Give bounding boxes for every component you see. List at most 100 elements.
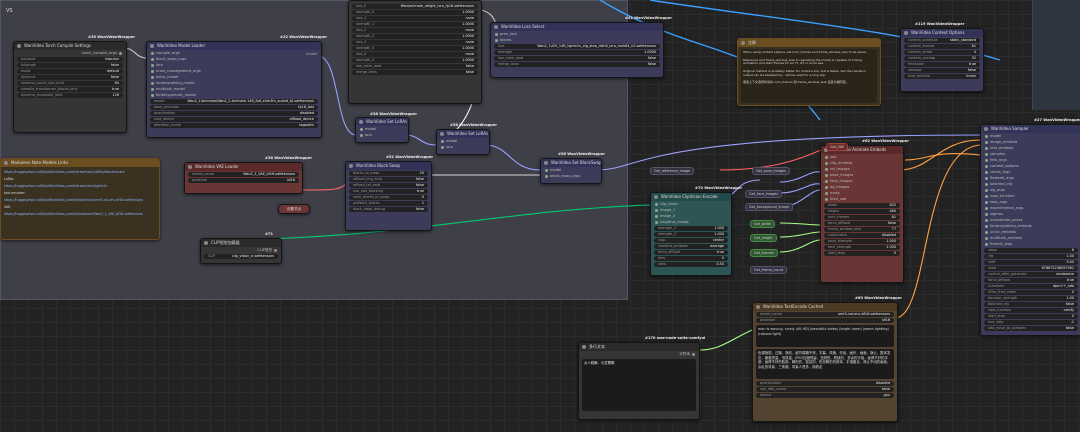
- widget-clip[interactable]: CLIP clip_vision_h.safetensors: [204, 254, 278, 259]
- widget-control-after-generate[interactable]: control_after_generate randomize: [984, 272, 1078, 277]
- widget-combine-embeds[interactable]: combine_embeds average: [654, 244, 728, 249]
- widget-dynamo-recompile-limit[interactable]: dynamo_recompile_limit 128: [17, 93, 123, 98]
- get-height-pill[interactable]: Get_height: [750, 234, 777, 242]
- input-slot[interactable]: lora: [356, 132, 408, 138]
- widget-lora-0[interactable]: lora_0 Wan\animate_relight_lora_fp16.safe…: [352, 4, 478, 9]
- input-slot[interactable]: block_swap_args: [541, 173, 601, 179]
- widget-strength-2[interactable]: strength_2 1.000: [654, 232, 728, 237]
- widget-vace-blocks-to-swap[interactable]: vace_blocks_to_swap 0: [349, 195, 428, 200]
- widget-end-step[interactable]: end_step -1: [984, 320, 1078, 325]
- positive-prompt-field[interactable]: man is waving, nicely (4K HD) (beautiful…: [756, 325, 894, 347]
- widget-backend[interactable]: backend inductor: [17, 57, 123, 62]
- widget-block-swap-debug[interactable]: block_swap_debug false: [349, 207, 428, 212]
- widget-steps[interactable]: steps 6: [984, 248, 1078, 253]
- sampler-node[interactable]: WanVideo Sampler model image_embeds text_e…: [980, 124, 1080, 336]
- vae-loader-node[interactable]: WanVideo VAE Loader model_name Wan2_1_VAE…: [184, 162, 303, 194]
- widget-num-frames[interactable]: num_frames 81: [824, 215, 900, 220]
- widget-device[interactable]: device gpu: [756, 393, 894, 398]
- widget-denoise-strength[interactable]: denoise_strength 1.00: [984, 296, 1078, 301]
- animate-embeds-node[interactable]: WanVideo Animate Embeds vae clip_embeds re…: [820, 145, 904, 283]
- text-encode-node[interactable]: WanVideo TextEncode Cached model_name umt…: [752, 302, 898, 422]
- widget-lora-1[interactable]: lora_1 none: [352, 16, 478, 21]
- widget-offload-txt-emb[interactable]: offload_txt_emb false: [349, 183, 428, 188]
- widget-width[interactable]: width 832: [824, 203, 900, 208]
- widget-verbose[interactable]: verbose false: [904, 68, 980, 73]
- widget-riflex-freq-index[interactable]: riflex_freq_index 0: [984, 290, 1078, 295]
- negative-prompt-field[interactable]: 色调艳丽，过曝，静态，细节模糊不清，字幕，风格，作品，画作，画面，静止，整体发灰…: [756, 349, 894, 379]
- widget-start-step[interactable]: start_step 0: [984, 314, 1078, 319]
- widget-model-name[interactable]: model_name Wan2_1_VAE_bf16.safetensors: [188, 172, 299, 177]
- widget-merge-loras[interactable]: merge_loras false: [494, 62, 660, 67]
- widget-model-name[interactable]: model_name umt5-xxl-enc-bf16.safetensors: [756, 312, 894, 317]
- widget-batched-cfg[interactable]: batched_cfg false: [984, 302, 1078, 307]
- widget-quantization[interactable]: quantization disabled: [150, 111, 318, 116]
- text-input-field[interactable]: 女人跳舞，长发飘飘: [582, 359, 696, 411]
- widget-use-non-blocking[interactable]: use_non_blocking true: [349, 189, 428, 194]
- widget-context-frames[interactable]: context_frames 81: [904, 44, 980, 49]
- get-vae-pill[interactable]: Get_VAE: [826, 143, 849, 151]
- widget-use-disk-cache[interactable]: use_disk_cache false: [756, 387, 894, 392]
- widget-scheduler[interactable]: scheduler dpm++_sde: [984, 284, 1078, 289]
- get-frame-count-pill[interactable]: Get_frame_count: [750, 266, 788, 274]
- clip-vision-loader-node[interactable]: CLIP视觉加载器 CLIP视觉 CLIP clip_vision_h.safet…: [200, 238, 282, 264]
- widget-attention-mode[interactable]: attention_mode sageattn: [150, 123, 318, 128]
- context-options-node[interactable]: WanVideo Context Options context_schedul…: [900, 28, 984, 92]
- widget-force-offload[interactable]: force_offload true: [984, 278, 1078, 283]
- torch-compile-settings-node[interactable]: WanVideo Torch Compile Settings torch_co…: [13, 41, 127, 133]
- widget-fullgraph[interactable]: fullgraph false: [17, 63, 123, 68]
- widget-shift[interactable]: shift 5.00: [984, 260, 1078, 265]
- note-link[interactable]: https://huggingface.co/Kijai/WanVideo_co…: [4, 211, 156, 218]
- get-pose-images-pill[interactable]: Get_pose_images: [752, 167, 790, 175]
- set-node[interactable]: 设置节点: [278, 204, 310, 214]
- widget-rope-function[interactable]: rope_function comfy: [984, 308, 1078, 313]
- widget-face-strength[interactable]: face_strength 1.000: [824, 245, 900, 250]
- widget-low-mem-load[interactable]: low_mem_load false: [352, 64, 478, 69]
- widget-strength-2[interactable]: strength_2 1.0000: [352, 34, 478, 39]
- get-background-image-pill[interactable]: Get_background_image: [745, 203, 794, 211]
- widget-lora-2[interactable]: lora_2 none: [352, 28, 478, 33]
- input-slot[interactable]: fantasyportrait_model: [147, 92, 321, 98]
- widget-cfg[interactable]: cfg 1.00: [984, 254, 1078, 259]
- input-slot[interactable]: negative_image: [651, 219, 731, 225]
- widget-start-step[interactable]: start_step 0: [824, 251, 900, 256]
- widget-base-precision[interactable]: base_precision fp16_fast: [150, 105, 318, 110]
- widget-model[interactable]: model Wan2_1\Animate\Wan2_2-Animate-14B_f…: [150, 99, 318, 104]
- widget-load-device[interactable]: load_device offload_device: [150, 117, 318, 122]
- widget-seed[interactable]: seed 876675238597581: [984, 266, 1078, 271]
- widget-strength-0[interactable]: strength_0 1.0000: [352, 10, 478, 15]
- get-reference-image-pill[interactable]: Get_reference_image: [650, 167, 695, 175]
- get-width-pill[interactable]: Get_width: [750, 220, 776, 228]
- widget-prefetch-blocks[interactable]: prefetch_blocks 1: [349, 201, 428, 206]
- widget-strength-3[interactable]: strength_3 1.0000: [352, 46, 478, 51]
- widget-height[interactable]: height 480: [824, 209, 900, 214]
- block-swap-node[interactable]: WanVideo Block Swap blocks_to_swap 20 offl…: [345, 161, 432, 231]
- output-slot[interactable]: torch_compile_args: [14, 50, 126, 56]
- widget-context-schedule[interactable]: context_schedule static_standard: [904, 38, 980, 43]
- widget-strength-1[interactable]: strength_1 1.000: [654, 226, 728, 231]
- widget-strength[interactable]: strength 1.0000: [494, 50, 660, 55]
- context-note[interactable]: 注释 When using context options, set num_f…: [737, 38, 881, 106]
- widget-precision[interactable]: precision bf16: [756, 318, 894, 323]
- widget-dynamo-cache-size-limit[interactable]: dynamo_cache_size_limit 64: [17, 81, 123, 86]
- set-lora-node-2[interactable]: WanVideo Set LoRAs model lora: [436, 129, 490, 155]
- get-frames-pill[interactable]: Get_frames: [750, 249, 778, 257]
- input-slot[interactable]: freeinit_args: [981, 241, 1080, 247]
- widget-precision[interactable]: precision bf16: [188, 178, 299, 183]
- note-link[interactable]: https://huggingface.co/Kijai/WanVideo_co…: [4, 197, 156, 204]
- note-link[interactable]: https://huggingface.co/Kijai/WanVideo_co…: [4, 183, 156, 190]
- widget-tiles[interactable]: tiles 0: [654, 256, 728, 261]
- widget-context-overlap[interactable]: context_overlap 32: [904, 56, 980, 61]
- widget-blocks-to-swap[interactable]: blocks_to_swap 20: [349, 171, 428, 176]
- widget-dynamic[interactable]: dynamic false: [17, 75, 123, 80]
- widget-strength-4[interactable]: strength_4 1.0000: [352, 58, 478, 63]
- input-slot[interactable]: tiled_vae: [821, 196, 903, 202]
- input-slot[interactable]: blocks: [491, 37, 663, 43]
- lora-stack-node[interactable]: lora_0 Wan\animate_relight_lora_fp16.safe…: [348, 0, 482, 104]
- widget-pose-strength[interactable]: pose_strength 1.000: [824, 239, 900, 244]
- widget-crop[interactable]: crop center: [654, 238, 728, 243]
- multiline-text-node[interactable]: 多行文本 字符串 女人跳舞，长发飘飘: [578, 342, 700, 420]
- models-links-note[interactable]: Moduleen Note Models Links https://huggi…: [0, 158, 160, 240]
- get-face-images-pill[interactable]: Get_face_images: [745, 190, 782, 198]
- widget-force-offload[interactable]: force_offload true: [654, 250, 728, 255]
- output-slot[interactable]: CLIP视觉: [201, 247, 281, 253]
